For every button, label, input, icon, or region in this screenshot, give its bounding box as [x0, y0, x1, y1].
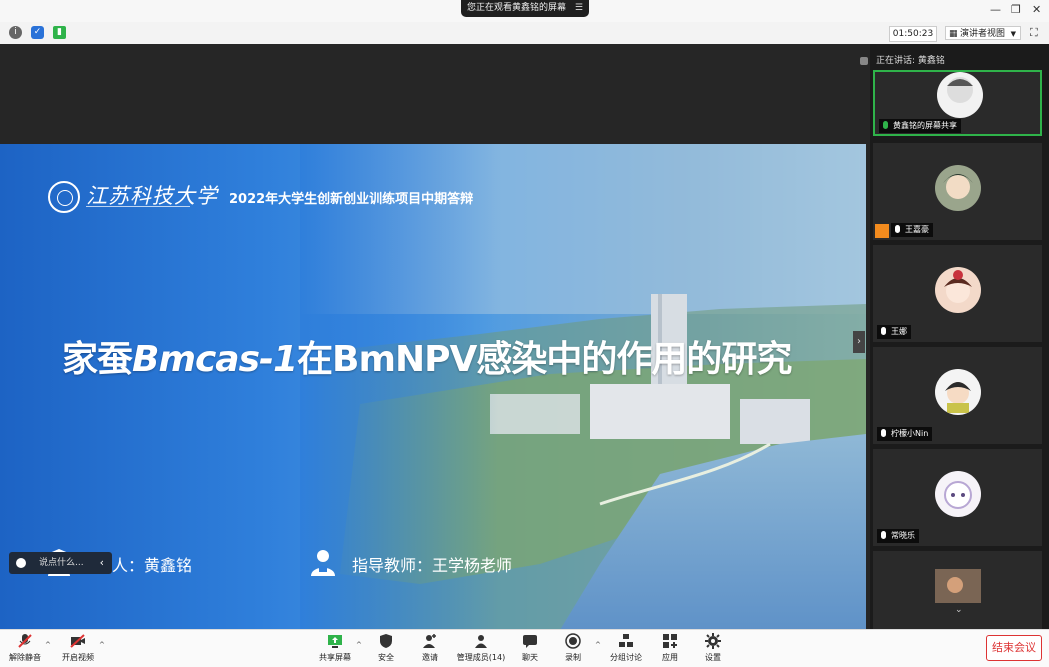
participant-name: 王娜: [877, 325, 911, 339]
avatar: [935, 569, 981, 603]
apps-label: 应用: [662, 653, 678, 662]
chevron-left-icon[interactable]: ‹: [100, 552, 104, 574]
close-icon[interactable]: ✕: [1032, 3, 1041, 16]
menu-icon[interactable]: ☰: [575, 0, 583, 17]
share-screen-icon: [328, 635, 342, 648]
slide-title: 家蚕Bmcas-1在BmNPV感染中的作用的研究: [62, 330, 792, 382]
signal-icon[interactable]: ▮: [53, 26, 66, 39]
record-label: 录制: [565, 653, 581, 662]
breakout-rooms-icon: [619, 634, 633, 647]
participant-name: 常晓乐: [877, 529, 919, 543]
chat-label: 聊天: [522, 653, 538, 662]
shield-icon[interactable]: ✓: [31, 26, 44, 39]
security-label: 安全: [378, 653, 394, 662]
manage-participants-label: 管理成员(14): [456, 653, 506, 662]
title-suffix: 在BmNPV感染中的作用的研究: [297, 339, 792, 380]
users-icon: [475, 635, 487, 648]
apps-button[interactable]: 应用: [657, 633, 683, 663]
record-icon: [565, 633, 581, 649]
slide-header: 2022年大学生创新创业训练项目中期答辩: [229, 192, 474, 207]
avatar: [937, 72, 983, 118]
apps-icon: [663, 634, 677, 648]
start-video-button[interactable]: 开启视频: [60, 633, 96, 663]
unmute-button[interactable]: 解除静音: [8, 633, 42, 663]
chevron-down-icon[interactable]: ⌄: [955, 605, 963, 615]
chat-icon: [523, 635, 537, 648]
teacher-icon: [311, 550, 335, 576]
speaker-view-button[interactable]: ▦ 演讲者视图 ▼: [945, 26, 1021, 40]
minimize-icon[interactable]: —: [990, 3, 1001, 16]
university-logo: [48, 181, 80, 213]
window-titlebar: 您正在观看黄鑫铭的屏幕 ☰ — ❐ ✕: [0, 0, 1049, 22]
shared-screen-stage: 江苏科技大学 2022年大学生创新创业训练项目中期答辩 家蚕Bmcas-1在Bm…: [0, 44, 870, 630]
chevron-up-icon[interactable]: ^: [595, 641, 601, 649]
settings-button[interactable]: 设置: [700, 633, 726, 663]
chat-placeholder: 说点什么...: [39, 558, 84, 568]
share-notice-pill[interactable]: 您正在观看黄鑫铭的屏幕 ☰: [461, 0, 589, 17]
avatar: [935, 369, 981, 415]
university-name-divider: [86, 206, 190, 210]
settings-label: 设置: [705, 653, 721, 662]
presentation-slide: 江苏科技大学 2022年大学生创新创业训练项目中期答辩 家蚕Bmcas-1在Bm…: [0, 144, 866, 630]
now-speaking-label: 正在讲话: 黄鑫铭: [860, 53, 945, 66]
title-prefix: 家蚕: [62, 339, 133, 380]
camera-off-icon: [70, 634, 85, 648]
breakout-rooms-label: 分组讨论: [610, 653, 642, 662]
fullscreen-icon[interactable]: ⛶: [1030, 26, 1038, 40]
unmute-label: 解除静音: [9, 653, 41, 662]
chevron-up-icon[interactable]: ^: [45, 641, 51, 649]
avatar: [935, 471, 981, 517]
grid-icon: ▦: [949, 29, 958, 39]
speaker-avatar-icon: [860, 56, 868, 65]
participant-tile[interactable]: 常晓乐: [873, 449, 1042, 546]
participant-name: 黄鑫铭的屏幕共享: [879, 119, 961, 133]
end-meeting-button[interactable]: 结束会议: [986, 635, 1042, 661]
shield-icon: [380, 634, 392, 648]
title-italic: Bmcas-1: [132, 339, 298, 380]
avatar: [935, 267, 981, 313]
microphone-muted-icon: [18, 634, 32, 648]
chevron-up-icon[interactable]: ^: [356, 641, 362, 649]
chevron-down-icon: ▼: [1010, 30, 1016, 38]
invite-button[interactable]: 邀请: [416, 633, 444, 663]
restore-icon[interactable]: ❐: [1011, 3, 1021, 16]
meeting-timer: 01:50:23: [889, 26, 937, 42]
info-icon[interactable]: i: [9, 26, 22, 39]
emoji-icon[interactable]: [16, 558, 26, 568]
record-button[interactable]: 录制: [560, 633, 586, 663]
chat-button[interactable]: 聊天: [517, 633, 543, 663]
participant-tile[interactable]: 王娜: [873, 245, 1042, 342]
avatar: [935, 165, 981, 211]
microphone-icon: [895, 225, 900, 233]
collapse-sidebar-icon[interactable]: ›: [853, 331, 865, 353]
speaker-view-label: 演讲者视图: [960, 29, 1006, 39]
chevron-up-icon[interactable]: ^: [99, 641, 105, 649]
participant-name: 王嘉豪: [891, 223, 933, 237]
add-user-icon: [423, 634, 436, 648]
breakout-rooms-button[interactable]: 分组讨论: [607, 633, 645, 663]
invite-label: 邀请: [422, 653, 438, 662]
share-screen-button[interactable]: 共享屏幕: [316, 633, 354, 663]
advisor-label: 指导教师：王学杨老师: [352, 556, 513, 575]
chat-input-box[interactable]: 说点什么... ‹: [9, 552, 112, 574]
microphone-icon: [881, 429, 886, 437]
gear-icon: [705, 633, 721, 649]
participant-tile[interactable]: 王嘉豪: [873, 143, 1042, 240]
start-video-label: 开启视频: [62, 653, 94, 662]
share-notice-text: 您正在观看黄鑫铭的屏幕: [467, 3, 567, 13]
microphone-icon: [881, 327, 886, 335]
participant-tile[interactable]: 黄鑫铭的屏幕共享: [873, 70, 1042, 136]
microphone-icon: [881, 531, 886, 539]
participant-name: 柠檬小Nin: [877, 427, 933, 441]
security-button[interactable]: 安全: [373, 633, 399, 663]
microphone-icon: [883, 121, 888, 129]
share-screen-label: 共享屏幕: [319, 653, 351, 662]
host-badge-icon: [875, 224, 889, 238]
participant-tile[interactable]: 柠檬小Nin: [873, 347, 1042, 444]
manage-participants-button[interactable]: 管理成员(14): [455, 633, 507, 663]
participant-tile[interactable]: ⌄: [873, 551, 1042, 629]
